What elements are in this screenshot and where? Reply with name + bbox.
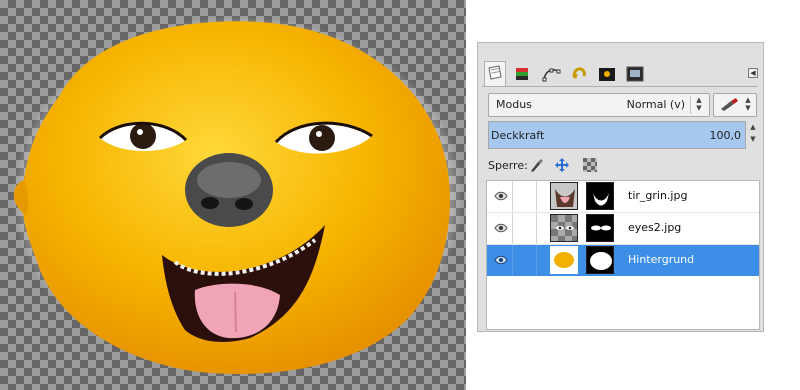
column-divider [512,213,513,244]
column-divider [536,181,537,212]
orange-mask-image [590,252,612,270]
mode-label: Modus [496,98,532,111]
layer-name[interactable]: Hintergrund [628,253,694,266]
layer-row[interactable]: tir_grin.jpg [487,181,759,212]
mode-value: Normal (v) [626,98,685,111]
layers-tab[interactable] [484,61,506,87]
images-tab[interactable] [596,63,618,85]
image-canvas[interactable] [0,0,466,390]
brush-composite-icon [721,98,738,111]
column-divider [536,245,537,276]
orange-thumbnail-image [554,252,574,268]
paths-tab-icon [542,68,561,82]
layer-name[interactable]: tir_grin.jpg [628,189,687,202]
lock-position-move-icon[interactable] [554,157,570,173]
layer-row[interactable]: eyes2.jpg [487,213,759,244]
opacity-spin-button[interactable]: ▲ ▼ [748,121,758,149]
eyes-thumbnail-image [551,215,577,241]
eyes-mask-image [591,225,611,231]
grin-thumbnail-image [551,183,577,209]
layer-mask-thumbnail [586,182,614,210]
column-divider [512,245,513,276]
document-tab[interactable] [624,63,646,85]
layer-mask-thumbnail [586,214,614,242]
grin-mask-image [593,193,609,206]
opacity-value: 100,0 [709,129,742,142]
eye-visibility-icon[interactable] [494,222,508,234]
images-tab-icon [599,68,615,81]
dock-menu-button[interactable]: ◀ [748,68,758,78]
orange-face-image [12,16,464,376]
column-divider [536,213,537,244]
opacity-label: Deckkraft [491,129,545,142]
tab-separator [482,86,757,87]
undo-history-tab-icon [572,67,586,79]
layer-row-selected[interactable]: Hintergrund [487,245,759,276]
layers-dock: ◀ Modus Normal (v) ▲ ▼ ▲ ▼ Deckkraft 100,0… [477,42,764,332]
eye-visibility-icon[interactable] [494,190,508,202]
eye-visibility-icon[interactable] [494,254,508,266]
mode-dropdown[interactable]: Modus Normal (v) ▲ ▼ [488,93,710,117]
layer-name[interactable]: eyes2.jpg [628,221,681,234]
lock-pixels-brush-icon[interactable] [528,157,544,173]
opacity-slider[interactable]: Deckkraft 100,0 [488,121,746,149]
undo-history-tab[interactable] [568,63,590,85]
layers-list: tir_grin.jpg eyes2.jpg Hintergrund [486,180,760,330]
mode-spin-icon: ▲ ▼ [690,96,707,114]
lock-alpha-checker-icon[interactable] [582,157,598,173]
paths-tab[interactable] [540,63,562,85]
channels-tab[interactable] [512,63,534,85]
lock-label: Sperre: [488,159,528,172]
layer-mask-thumbnail [586,246,614,274]
document-tab-icon [626,66,644,82]
layer-thumbnail [550,246,578,274]
channels-tab-icon [516,68,528,80]
layers-tab-icon [488,65,502,80]
layer-thumbnail [550,182,578,210]
lock-row: Sperre: [486,156,756,176]
layer-thumbnail [550,214,578,242]
column-divider [512,181,513,212]
composite-spin-icon: ▲ ▼ [745,96,751,112]
composite-mode-button[interactable]: ▲ ▼ [713,93,757,117]
